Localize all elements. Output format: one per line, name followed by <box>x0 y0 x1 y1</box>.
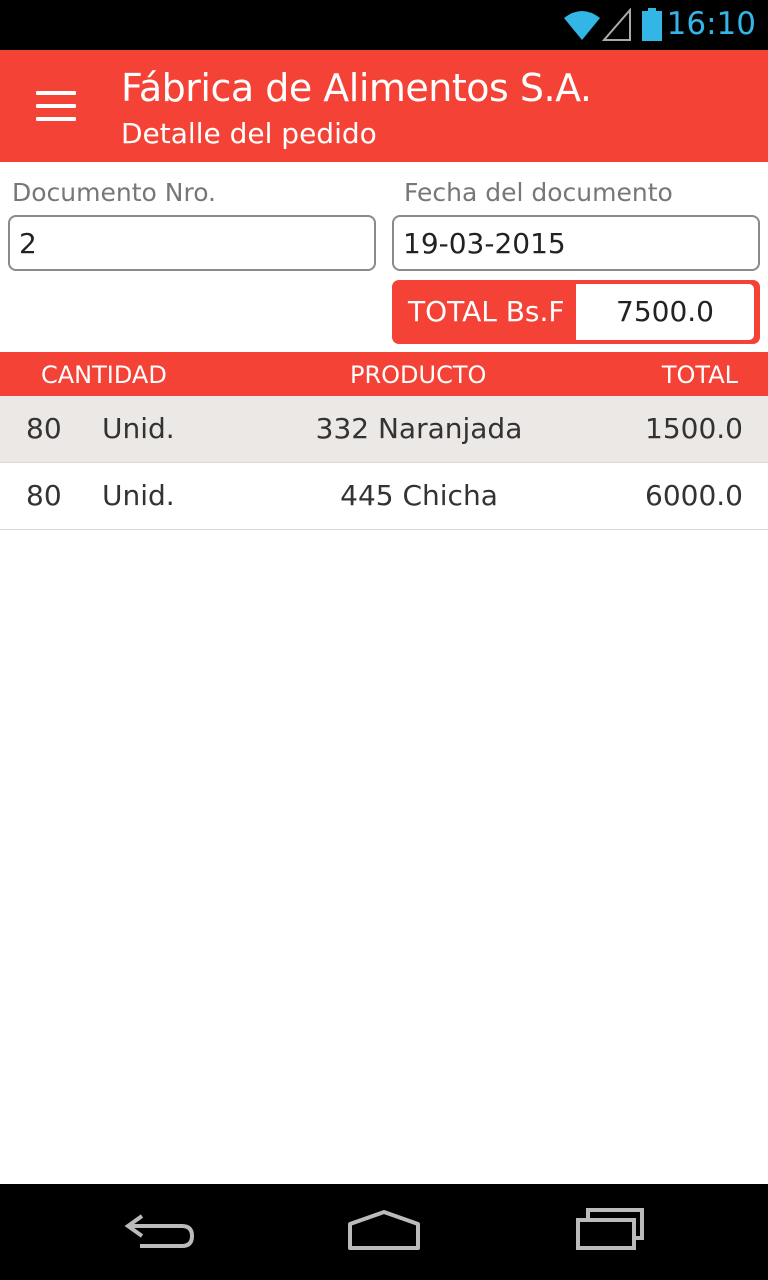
total-value: 7500.0 <box>576 284 754 340</box>
home-icon <box>348 1210 420 1250</box>
navigation-bar <box>0 1184 768 1280</box>
battery-icon <box>642 8 662 41</box>
table-row[interactable]: 80 Unid. 332 Naranjada 1500.0 <box>0 396 768 463</box>
home-button[interactable] <box>344 1208 424 1258</box>
app-bar: Fábrica de Alimentos S.A. Detalle del pe… <box>0 50 768 162</box>
column-header-product: PRODUCTO <box>350 361 487 389</box>
page-subtitle: Detalle del pedido <box>121 117 377 150</box>
column-header-quantity: CANTIDAD <box>41 361 167 389</box>
document-date-field[interactable] <box>392 215 760 271</box>
total-box: TOTAL Bs.F 7500.0 <box>392 280 760 344</box>
app-title: Fábrica de Alimentos S.A. <box>121 66 592 110</box>
row-quantity: 80 <box>26 479 62 512</box>
row-total: 1500.0 <box>645 412 743 445</box>
row-unit: Unid. <box>102 479 175 512</box>
recents-button[interactable] <box>572 1208 652 1258</box>
row-unit: Unid. <box>102 412 175 445</box>
table-header: CANTIDAD PRODUCTO TOTAL <box>0 352 768 396</box>
menu-button[interactable] <box>36 91 76 121</box>
row-product: 445 Chicha <box>340 479 498 512</box>
document-number-label: Documento Nro. <box>12 178 216 207</box>
recents-icon <box>576 1208 644 1250</box>
back-button[interactable] <box>120 1208 200 1258</box>
status-bar: 16:10 <box>0 0 768 50</box>
signal-icon <box>602 8 631 41</box>
menu-icon <box>36 91 76 95</box>
row-total: 6000.0 <box>645 479 743 512</box>
status-time: 16:10 <box>666 6 756 42</box>
document-number-field[interactable] <box>8 215 376 271</box>
row-quantity: 80 <box>26 412 62 445</box>
table-row[interactable]: 80 Unid. 445 Chicha 6000.0 <box>0 463 768 530</box>
total-label: TOTAL Bs.F <box>408 295 565 328</box>
column-header-total: TOTAL <box>661 361 738 389</box>
row-product: 332 Naranjada <box>315 412 523 445</box>
wifi-icon <box>564 11 600 40</box>
document-date-label: Fecha del documento <box>404 178 673 207</box>
back-icon <box>124 1214 195 1248</box>
